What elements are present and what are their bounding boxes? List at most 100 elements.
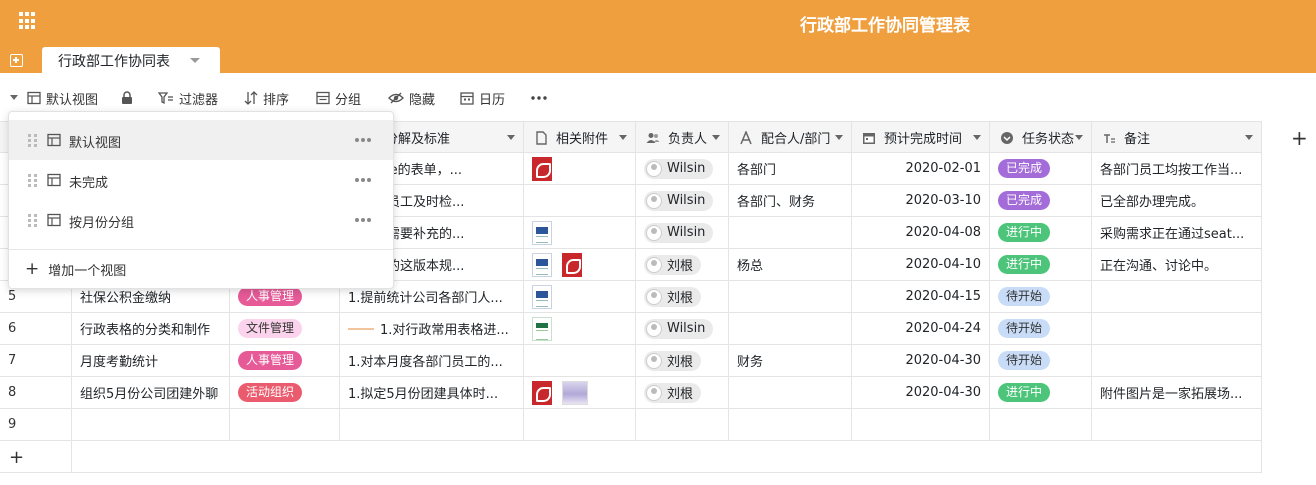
cell-files[interactable] xyxy=(524,249,636,280)
table-row[interactable]: 7 月度考勤统计 人事管理 1.对本月度各部门员工的... 刘根 财务 2020-04-30… xyxy=(0,345,1262,377)
more-options-button[interactable] xyxy=(531,88,552,108)
cell-status[interactable]: 已完成 xyxy=(990,185,1092,216)
table-row[interactable]: 6 行政表格的分类和制作 文件管理 1.对行政常用表格进... Wilsin 2020-0… xyxy=(0,313,1262,345)
cell-files[interactable] xyxy=(524,217,636,248)
column-menu-caret-icon[interactable] xyxy=(712,135,720,140)
cell-category[interactable]: 活动组织 xyxy=(230,377,340,408)
doc-file-icon[interactable] xyxy=(532,252,552,277)
calendar-button[interactable]: 日历 xyxy=(460,88,505,108)
column-menu-caret-icon[interactable] xyxy=(1075,135,1083,140)
cell-date[interactable] xyxy=(852,409,990,440)
view-more-icon[interactable] xyxy=(355,218,373,222)
cell-num[interactable]: 7 xyxy=(0,345,72,376)
column-header-1[interactable]: 相关附件 xyxy=(524,122,636,153)
cell-note[interactable] xyxy=(1092,345,1262,376)
cell-note[interactable] xyxy=(1092,409,1262,440)
cell-task[interactable]: 组织5月份公司团建外聊 xyxy=(72,377,230,408)
view-item-default[interactable]: 默认视图 xyxy=(9,120,393,160)
cell-note[interactable]: 附件图片是一家拓展场... xyxy=(1092,377,1262,408)
column-header-6[interactable]: 备注 xyxy=(1092,122,1262,153)
cell-num[interactable]: 9 xyxy=(0,409,72,440)
cell-desc[interactable]: 1.对本月度各部门员工的... xyxy=(340,345,524,376)
add-table-icon[interactable] xyxy=(10,54,23,67)
cell-task[interactable] xyxy=(72,409,230,440)
cell-desc[interactable]: 1.拟定5月份团建具体时... xyxy=(340,377,524,408)
cell-date[interactable]: 2020-02-01 xyxy=(852,153,990,184)
cell-owner[interactable]: Wilsin xyxy=(636,153,729,184)
cell-status[interactable]: 进行中 xyxy=(990,249,1092,280)
doc-file-icon[interactable] xyxy=(532,284,552,309)
cell-num[interactable]: 8 xyxy=(0,377,72,408)
cell-partner[interactable] xyxy=(729,409,852,440)
cell-status[interactable]: 待开始 xyxy=(990,313,1092,344)
cell-note[interactable] xyxy=(1092,313,1262,344)
doc-file-icon[interactable] xyxy=(532,220,552,245)
hide-button[interactable]: 隐藏 xyxy=(388,88,435,108)
cell-date[interactable]: 2020-04-30 xyxy=(852,345,990,376)
drag-handle-icon[interactable] xyxy=(28,134,37,147)
cell-date[interactable]: 2020-04-10 xyxy=(852,249,990,280)
column-menu-caret-icon[interactable] xyxy=(835,135,843,140)
view-more-icon[interactable] xyxy=(355,138,373,142)
cell-owner[interactable]: 刘根 xyxy=(636,249,729,280)
pdf-file-icon[interactable] xyxy=(532,156,552,181)
tab-caret-icon[interactable] xyxy=(190,58,200,63)
apps-grid-icon[interactable] xyxy=(19,12,37,30)
view-more-icon[interactable] xyxy=(355,178,373,182)
pdf-file-icon[interactable] xyxy=(532,380,552,405)
cell-desc[interactable] xyxy=(340,409,524,440)
cell-date[interactable]: 2020-04-15 xyxy=(852,281,990,312)
cell-partner[interactable] xyxy=(729,377,852,408)
group-button[interactable]: 分组 xyxy=(316,88,361,108)
cell-files[interactable] xyxy=(524,377,636,408)
cell-owner[interactable]: Wilsin xyxy=(636,185,729,216)
img-file-icon[interactable] xyxy=(562,380,588,405)
view-item-incomplete[interactable]: 未完成 xyxy=(9,160,393,200)
cell-files[interactable] xyxy=(524,409,636,440)
cell-partner[interactable] xyxy=(729,313,852,344)
view-selector-button[interactable]: 默认视图 xyxy=(27,88,98,108)
sort-button[interactable]: 排序 xyxy=(244,88,289,108)
cell-owner[interactable]: 刘根 xyxy=(636,377,729,408)
cell-files[interactable] xyxy=(524,313,636,344)
tab-table[interactable]: 行政部工作协同表 xyxy=(42,47,220,73)
column-menu-caret-icon[interactable] xyxy=(619,135,627,140)
cell-note[interactable] xyxy=(1092,281,1262,312)
cell-date[interactable]: 2020-04-08 xyxy=(852,217,990,248)
add-column-button[interactable]: + xyxy=(1291,128,1308,148)
column-menu-caret-icon[interactable] xyxy=(1245,135,1253,140)
cell-status[interactable] xyxy=(990,409,1092,440)
cell-desc[interactable]: 1.对行政常用表格进... xyxy=(340,313,524,344)
cell-status[interactable]: 待开始 xyxy=(990,345,1092,376)
cell-date[interactable]: 2020-04-24 xyxy=(852,313,990,344)
cell-task[interactable]: 行政表格的分类和制作 xyxy=(72,313,230,344)
view-caret-icon[interactable] xyxy=(10,95,18,100)
cell-note[interactable]: 已全部办理完成。 xyxy=(1092,185,1262,216)
xls-file-icon[interactable] xyxy=(532,316,552,341)
drag-handle-icon[interactable] xyxy=(28,214,37,227)
cell-partner[interactable]: 各部门、财务 xyxy=(729,185,852,216)
view-item-by-month[interactable]: 按月份分组 xyxy=(9,200,393,240)
cell-num[interactable]: 6 xyxy=(0,313,72,344)
add-row-button[interactable]: + xyxy=(9,447,24,468)
cell-files[interactable] xyxy=(524,153,636,184)
cell-partner[interactable] xyxy=(729,281,852,312)
drag-handle-icon[interactable] xyxy=(28,174,37,187)
cell-category[interactable]: 人事管理 xyxy=(230,345,340,376)
cell-status[interactable]: 进行中 xyxy=(990,377,1092,408)
cell-partner[interactable] xyxy=(729,217,852,248)
column-header-5[interactable]: 任务状态 xyxy=(990,122,1092,153)
column-menu-caret-icon[interactable] xyxy=(973,135,981,140)
cell-note[interactable]: 采购需求正在通过seat... xyxy=(1092,217,1262,248)
cell-note[interactable]: 正在沟通、讨论中。 xyxy=(1092,249,1262,280)
column-header-4[interactable]: 预计完成时间 xyxy=(852,122,990,153)
filter-button[interactable]: 过滤器 xyxy=(158,88,218,108)
cell-owner[interactable]: Wilsin xyxy=(636,217,729,248)
column-header-3[interactable]: 配合人/部门 xyxy=(729,122,852,153)
cell-owner[interactable]: 刘根 xyxy=(636,345,729,376)
cell-note[interactable]: 各部门员工均按工作当... xyxy=(1092,153,1262,184)
add-view-button[interactable]: + 增加一个视图 xyxy=(25,260,126,280)
lock-button[interactable] xyxy=(121,88,138,108)
cell-owner[interactable]: 刘根 xyxy=(636,281,729,312)
cell-date[interactable]: 2020-04-30 xyxy=(852,377,990,408)
